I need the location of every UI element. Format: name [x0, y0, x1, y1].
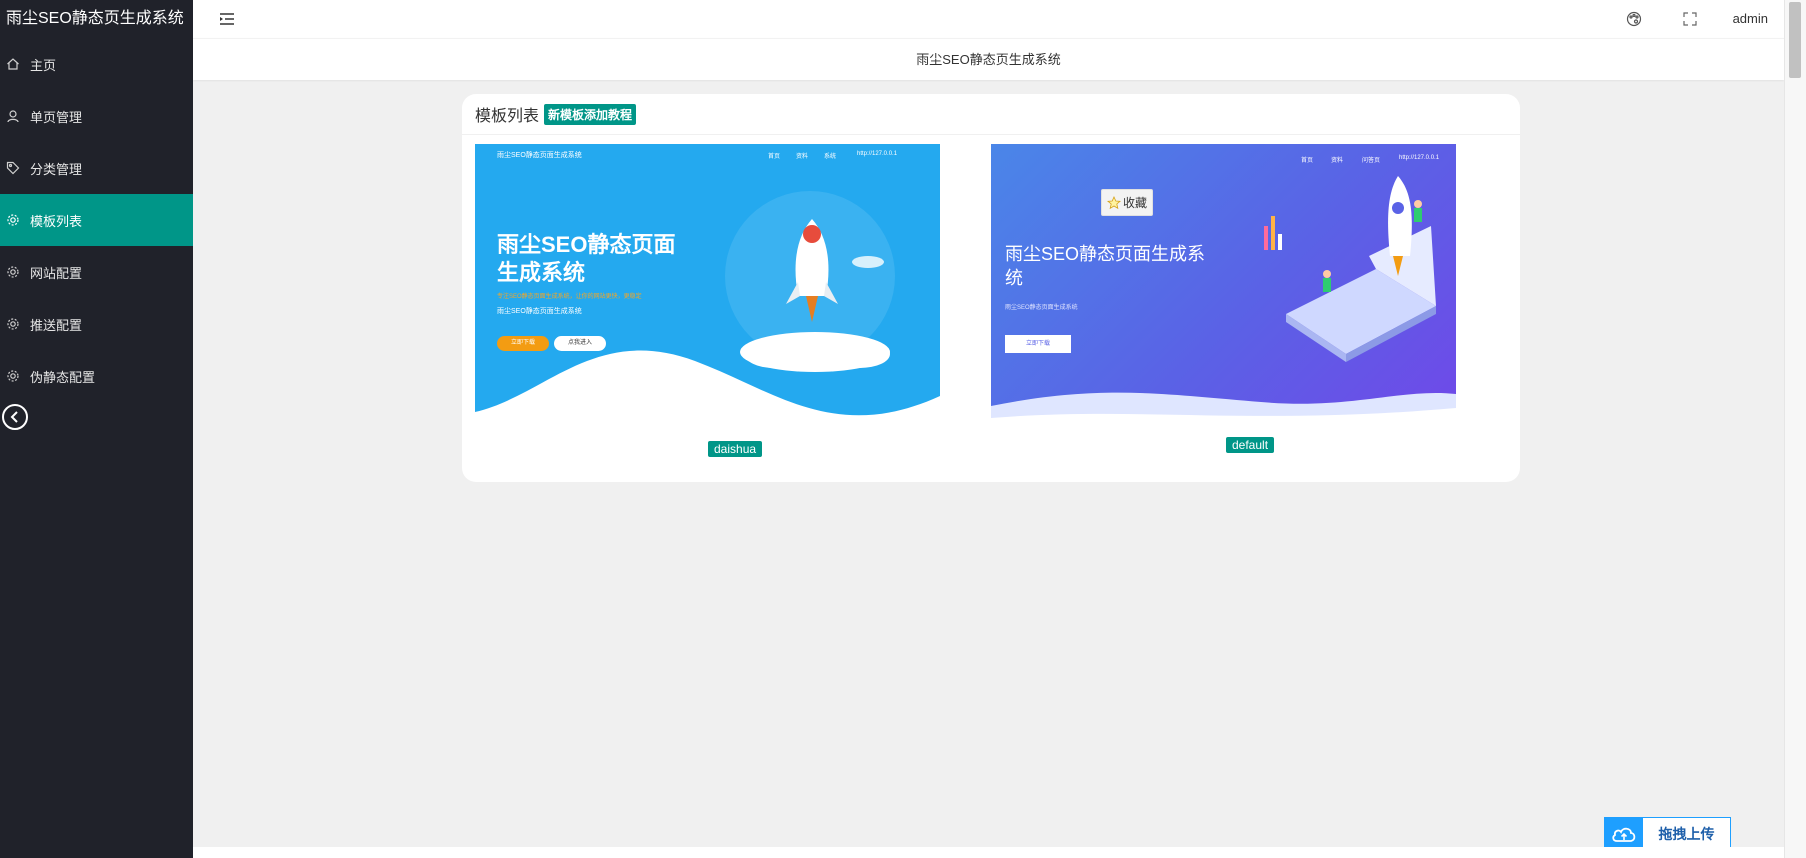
vertical-scrollbar[interactable]	[1784, 0, 1806, 858]
sidebar-item-categories[interactable]: 分类管理	[0, 142, 193, 194]
preview-nav-link: 系统	[824, 154, 837, 160]
preview-tagline: 专注SEO静态页面生成系统，让你的网站更快，更稳定	[497, 294, 642, 300]
user-menu[interactable]: admin	[1733, 0, 1768, 38]
sidebar-item-rewrite-config[interactable]: 伪静态配置	[0, 350, 193, 402]
scrollbar-thumb[interactable]	[1789, 2, 1801, 78]
sidebar-item-site-config[interactable]: 网站配置	[0, 246, 193, 298]
page-tab-title[interactable]: 雨尘SEO静态页生成系统	[916, 52, 1060, 67]
sidebar-item-label: 模板列表	[30, 213, 83, 229]
sidebar-item-templates[interactable]: 模板列表	[0, 194, 193, 246]
favorite-button[interactable]: 收藏	[1101, 189, 1153, 216]
preview-nav-brand: 雨尘SEO静态页面生成系统	[497, 152, 582, 159]
preview-nav-link: 问答页	[1362, 158, 1381, 164]
drag-upload-button[interactable]: 拖拽上传	[1604, 817, 1731, 850]
menu-fold-button[interactable]	[219, 12, 235, 26]
theme-button[interactable]	[1626, 11, 1642, 27]
template-preview-image: 雨尘SEO静态页面生成系统 首页 资料 系统 http://127.0.0.1 …	[475, 144, 940, 438]
gear-icon	[6, 265, 20, 279]
preview-headline: 生成系统	[497, 260, 586, 285]
sidebar-item-push-config[interactable]: 推送配置	[0, 298, 193, 350]
preview-nav-link: 首页	[1301, 158, 1314, 164]
star-icon	[1106, 195, 1121, 209]
sidebar-item-label: 推送配置	[30, 317, 83, 333]
sidebar-item-label: 分类管理	[30, 161, 83, 177]
upload-icon-wrap	[1605, 818, 1643, 849]
sidebar-item-label: 网站配置	[30, 265, 83, 281]
preview-download-button: 立即下载	[1005, 335, 1071, 353]
drag-upload-label: 拖拽上传	[1658, 825, 1715, 842]
gear-icon	[6, 369, 20, 383]
preview-nav-link: 资料	[796, 154, 809, 160]
sidebar-item-label: 主页	[30, 57, 57, 73]
tutorial-button[interactable]: 新模板添加教程	[544, 103, 637, 125]
favorite-label: 收藏	[1122, 196, 1147, 210]
template-card-daishua[interactable]: 雨尘SEO静态页面生成系统 首页 资料 系统 http://127.0.0.1 …	[475, 144, 940, 457]
template-name-tag[interactable]: daishua	[708, 441, 763, 457]
home-icon	[6, 57, 20, 71]
fullscreen-icon	[1683, 12, 1697, 26]
sidebar-item-pages[interactable]: 单页管理	[0, 90, 193, 142]
template-preview-image: 首页 资料 问答页 http://127.0.0.1 雨尘SEO静态页面生成系 …	[991, 144, 1456, 434]
user-icon	[6, 109, 20, 123]
preview-enter-button: 点我进入	[554, 336, 606, 351]
panel-header: 模板列表 新模板添加教程	[462, 94, 1520, 135]
preview-headline: 雨尘SEO静态页面生成系	[1005, 244, 1206, 264]
sidebar-item-label: 伪静态配置	[30, 369, 96, 385]
gear-icon	[6, 317, 20, 331]
sidebar-menu: 主页 单页管理 分类管理 模板列表 网站配置 推送配置 伪静态配置	[0, 38, 193, 402]
fullscreen-button[interactable]	[1682, 11, 1698, 27]
preview-nav-link: 首页	[768, 154, 781, 160]
preview-nav-link: 资料	[1331, 158, 1344, 164]
app-logo-title: 雨尘SEO静态页生成系统	[6, 10, 184, 27]
preview-subtitle: 雨尘SEO静态页面生成系统	[1005, 305, 1078, 311]
sidebar-item-home[interactable]: 主页	[0, 38, 193, 90]
sidebar-item-label: 单页管理	[30, 109, 83, 125]
page-tab-bar: 雨尘SEO静态页生成系统	[193, 38, 1784, 80]
gear-icon	[6, 213, 20, 227]
preview-subtitle: 雨尘SEO静态页面生成系统	[497, 308, 582, 315]
menu-fold-icon	[220, 13, 234, 25]
palette-icon	[1626, 11, 1642, 27]
preview-illustration	[991, 176, 1456, 434]
top-header: admin	[193, 0, 1784, 38]
preview-headline: 雨尘SEO静态页面	[497, 232, 676, 257]
bottom-footer-bar	[193, 847, 1784, 858]
preview-nav-link: http://127.0.0.1	[857, 151, 898, 157]
preview-download-button: 立即下载	[497, 336, 549, 351]
template-card-default[interactable]: 首页 资料 问答页 http://127.0.0.1 雨尘SEO静态页面生成系 …	[991, 144, 1456, 453]
sidebar-collapse-button[interactable]	[2, 404, 28, 430]
panel-title: 模板列表	[475, 108, 540, 125]
cloud-upload-icon	[1612, 827, 1636, 842]
template-name-tag[interactable]: default	[1226, 437, 1275, 453]
preview-headline: 统	[1005, 268, 1023, 288]
tag-icon	[6, 161, 20, 175]
preview-nav-link: http://127.0.0.1	[1399, 155, 1440, 161]
sidebar: 雨尘SEO静态页生成系统 主页 单页管理 分类管理 模板列表 网站配置 推送配置…	[0, 0, 193, 858]
chevron-left-icon	[10, 411, 18, 423]
